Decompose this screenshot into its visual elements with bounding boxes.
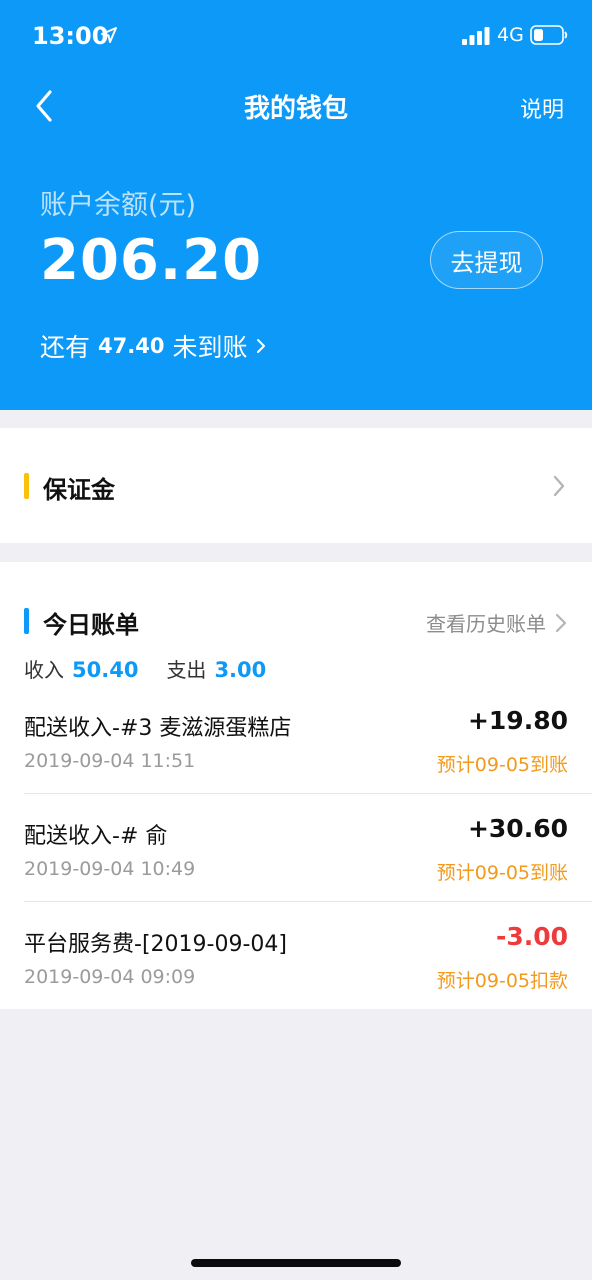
transaction-amount: -3.00 <box>495 922 568 951</box>
income-label: 收入 <box>24 658 64 682</box>
status-time: 13:00 <box>32 22 109 50</box>
wallet-screen: 13:00 4G 我的钱包 说明 账户余额(元) 206.20 去提现 还有 4… <box>0 0 592 1280</box>
pending-amount-link[interactable]: 还有 47.40 未到账 <box>40 328 267 364</box>
instructions-button[interactable]: 说明 <box>520 92 564 124</box>
transaction-description: 平台服务费-[2019-09-04] <box>24 932 287 957</box>
transaction-description: 配送收入-# 俞 <box>24 824 168 849</box>
deposit-accent-bar <box>24 473 29 499</box>
transaction-settlement-note: 预计09-05到账 <box>436 754 568 776</box>
income-value: 50.40 <box>72 658 139 682</box>
today-bills-section: 今日账单 查看历史账单 收入 50.40 支出 3.00 配送收入-#3 麦滋源… <box>0 562 592 1009</box>
wallet-header: 13:00 4G 我的钱包 说明 账户余额(元) 206.20 去提现 还有 4… <box>0 0 592 410</box>
balance-value: 206.20 <box>40 228 263 293</box>
history-label: 查看历史账单 <box>426 612 546 636</box>
navigation-bar: 我的钱包 说明 <box>0 72 592 142</box>
deposit-title: 保证金 <box>43 476 115 504</box>
transaction-settlement-note: 预计09-05扣款 <box>436 970 568 992</box>
transaction-settlement-note: 预计09-05到账 <box>436 862 568 884</box>
bills-summary: 收入 50.40 支出 3.00 <box>24 654 294 683</box>
transaction-date: 2019-09-04 11:51 <box>24 750 196 772</box>
bills-accent-bar <box>24 608 29 634</box>
signal-icon <box>462 27 490 45</box>
battery-icon <box>530 25 568 45</box>
chevron-right-icon <box>257 339 266 353</box>
bills-title: 今日账单 <box>43 611 139 639</box>
expense-value: 3.00 <box>214 658 267 682</box>
home-indicator[interactable] <box>191 1259 401 1267</box>
transaction-row[interactable]: 平台服务费-[2019-09-04] -3.00 2019-09-04 09:0… <box>0 918 592 1025</box>
deposit-row[interactable]: 保证金 <box>0 428 592 543</box>
chevron-right-icon <box>555 613 567 632</box>
transaction-amount: +30.60 <box>467 814 568 843</box>
row-divider <box>24 793 592 794</box>
pending-suffix: 未到账 <box>172 333 248 362</box>
transaction-date: 2019-09-04 09:09 <box>24 966 196 988</box>
location-arrow-icon <box>101 27 117 43</box>
balance-label: 账户余额(元) <box>40 190 197 221</box>
view-history-bills-link[interactable]: 查看历史账单 <box>426 608 568 637</box>
page-title: 我的钱包 <box>243 94 348 124</box>
network-type: 4G <box>497 24 524 46</box>
chevron-right-icon <box>553 475 565 497</box>
transaction-date: 2019-09-04 10:49 <box>24 858 196 880</box>
pending-amount: 47.40 <box>98 334 165 358</box>
status-bar: 13:00 4G <box>0 0 592 72</box>
pending-prefix: 还有 <box>40 333 91 362</box>
row-divider <box>24 901 592 902</box>
withdraw-button[interactable]: 去提现 <box>430 231 543 289</box>
transaction-amount: +19.80 <box>467 706 568 735</box>
transaction-description: 配送收入-#3 麦滋源蛋糕店 <box>24 716 292 741</box>
expense-label: 支出 <box>166 658 207 682</box>
